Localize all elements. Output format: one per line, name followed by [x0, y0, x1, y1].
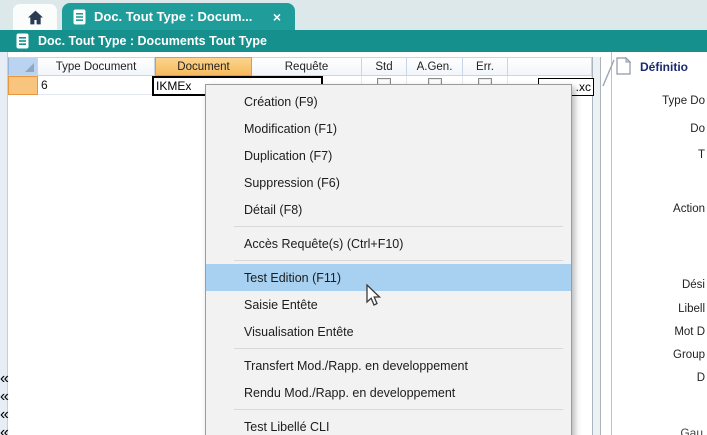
column-header-document[interactable]: Document [155, 57, 252, 76]
page-title: Doc. Tout Type : Documents Tout Type [38, 34, 267, 48]
column-header-type-document[interactable]: Type Document [38, 57, 155, 76]
splitter-grip-icon[interactable]: ««« «« [0, 370, 7, 435]
panel-field-label: T [698, 149, 705, 161]
cell-fragment-text: .xc [576, 80, 591, 94]
cell-type-document[interactable]: 6 [38, 76, 155, 95]
menu-item[interactable]: Visualisation Entête [206, 318, 571, 345]
page-icon [616, 57, 631, 80]
menu-separator [234, 260, 563, 261]
home-icon [27, 10, 44, 25]
panel-border [611, 52, 612, 435]
grid-corner-cell[interactable] [8, 57, 38, 76]
panel-footer-fragment: Gau [680, 426, 703, 435]
column-header-requete[interactable]: Requête [252, 57, 362, 76]
panel-field-label: Libell [678, 303, 705, 315]
tab-doc-tout-type[interactable]: Doc. Tout Type : Docum... × [62, 3, 295, 30]
menu-separator [234, 409, 563, 410]
menu-item[interactable]: Saisie Entête [206, 291, 571, 318]
menu-item[interactable]: Test Libellé CLI [206, 413, 571, 435]
tab-title: Doc. Tout Type : Docum... [94, 9, 261, 24]
grid-header: Type Document Document Requête Std A.Gen… [8, 57, 592, 76]
menu-item[interactable]: Création (F9) [206, 88, 571, 115]
menu-item[interactable]: Détail (F8) [206, 196, 571, 223]
panel-field-label: Type Do [662, 95, 705, 107]
close-icon[interactable]: × [269, 9, 285, 25]
definition-panel: Définitio Type Do Do T Action Dési Libell Mot … [601, 52, 707, 435]
context-menu: Création (F9)Modification (F1)Duplicatio… [205, 84, 572, 435]
cursor-icon [365, 284, 381, 308]
column-header-agen[interactable]: A.Gen. [407, 57, 463, 76]
vertical-scrollbar[interactable] [592, 57, 601, 435]
menu-item[interactable]: Rendu Mod./Rapp. en developpement [206, 379, 571, 406]
cell-editor-value: IKMEx [156, 79, 191, 93]
menu-item[interactable]: Transfert Mod./Rapp. en developpement [206, 352, 571, 379]
panel-field-label: Do [690, 123, 705, 135]
menu-item[interactable]: Duplication (F7) [206, 142, 571, 169]
menu-item[interactable]: Modification (F1) [206, 115, 571, 142]
column-header-empty[interactable] [508, 57, 592, 76]
document-icon [73, 9, 86, 25]
menu-separator [234, 226, 563, 227]
tab-bar: Doc. Tout Type : Docum... × [0, 0, 707, 30]
home-tab[interactable] [13, 4, 57, 30]
menu-item[interactable]: Suppression (F6) [206, 169, 571, 196]
panel-field-label: Group [673, 349, 705, 361]
document-icon [16, 33, 29, 49]
panel-title: Définitio [640, 60, 688, 74]
menu-separator [234, 348, 563, 349]
menu-item[interactable]: Accès Requête(s) (Ctrl+F10) [206, 230, 571, 257]
column-header-std[interactable]: Std [362, 57, 407, 76]
panel-field-label: D [697, 372, 705, 384]
row-selector-cell[interactable] [8, 76, 38, 95]
panel-field-label: Dési [682, 279, 705, 291]
title-bar: Doc. Tout Type : Documents Tout Type [0, 30, 707, 52]
menu-item[interactable]: Test Edition (F11) [206, 264, 571, 291]
column-header-err[interactable]: Err. [463, 57, 508, 76]
panel-field-label: Action [673, 203, 705, 215]
panel-field-label: Mot D [674, 326, 705, 338]
content-area: ««« «« Type Document Document Requête St… [0, 52, 707, 435]
panel-tab-edge [602, 58, 616, 88]
